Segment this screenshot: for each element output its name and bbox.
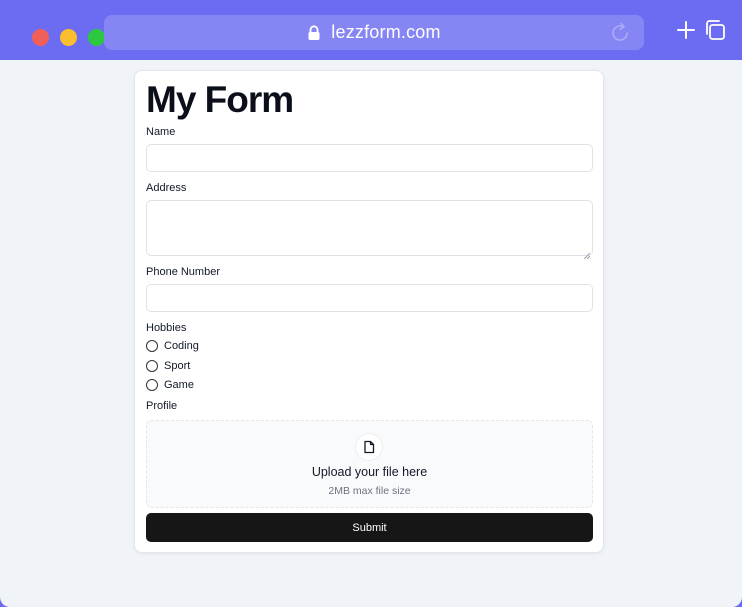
phone-label: Phone Number (146, 266, 220, 278)
plus-icon[interactable] (674, 18, 698, 42)
browser-window: lezzform.com My Form Name Address Phone … (0, 0, 742, 607)
submit-button[interactable]: Submit (146, 513, 593, 542)
resize-handle-icon[interactable] (583, 246, 591, 260)
hobby-label: Sport (164, 360, 191, 372)
hobbies-label: Hobbies (146, 322, 187, 334)
hobby-option-sport[interactable]: Sport (146, 360, 190, 372)
radio-button[interactable] (146, 379, 158, 391)
radio-button[interactable] (146, 360, 158, 372)
hobby-label: Game (164, 379, 194, 391)
maximize-window-button[interactable] (88, 29, 105, 46)
name-field[interactable] (146, 144, 593, 172)
address-label: Address (146, 182, 187, 194)
hobby-option-game[interactable]: Game (146, 379, 194, 391)
address-field[interactable] (146, 200, 593, 260)
phone-field[interactable] (146, 284, 593, 312)
file-dropzone[interactable]: Upload your file here 2MB max file size (146, 420, 593, 508)
upload-subtitle: 2MB max file size (328, 485, 411, 497)
address-bar[interactable]: lezzform.com (104, 15, 644, 50)
profile-label: Profile (146, 400, 178, 412)
hobby-label: Coding (164, 340, 199, 352)
page-content: My Form Name Address Phone Number Hobbie… (0, 60, 742, 607)
reload-icon[interactable] (608, 21, 632, 45)
hobby-option-coding[interactable]: Coding (146, 340, 199, 352)
file-icon (355, 433, 383, 461)
tabs-icon[interactable] (703, 18, 727, 42)
upload-title: Upload your file here (311, 465, 428, 479)
form-title: My Form (146, 79, 294, 120)
form-card: My Form Name Address Phone Number Hobbie… (134, 70, 604, 553)
close-window-button[interactable] (32, 29, 49, 46)
name-label: Name (146, 126, 176, 138)
radio-button[interactable] (146, 340, 158, 352)
browser-titlebar: lezzform.com (0, 0, 742, 60)
url-text: lezzform.com (331, 22, 441, 42)
minimize-window-button[interactable] (60, 29, 77, 46)
lock-icon (307, 24, 321, 41)
